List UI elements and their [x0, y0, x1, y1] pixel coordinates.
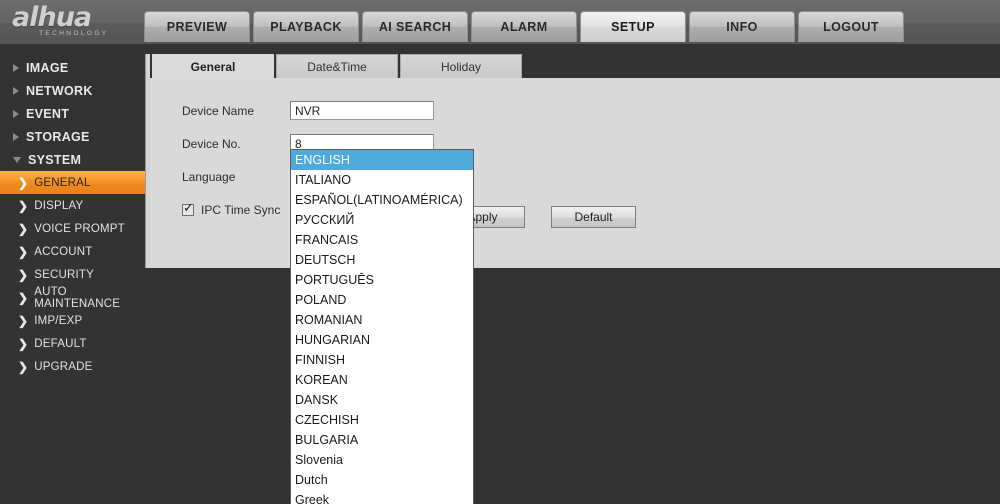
- language-option[interactable]: DEUTSCH: [291, 250, 473, 270]
- language-option[interactable]: BULGARIA: [291, 430, 473, 450]
- chevron-down-icon: [13, 156, 21, 163]
- chevron-right-icon: ❯: [18, 336, 29, 351]
- language-option[interactable]: KOREAN: [291, 370, 473, 390]
- language-option[interactable]: CZECHISH: [291, 410, 473, 430]
- sidebar-item-auto-maintenance[interactable]: ❯ AUTO MAINTENANCE: [0, 285, 146, 310]
- device-name-row: Device Name: [182, 98, 434, 123]
- sidebar-item-upgrade[interactable]: ❯ UPGRADE: [0, 355, 146, 378]
- brand-tagline: TECHNOLOGY: [39, 30, 109, 37]
- nav-tab-logout[interactable]: LOGOUT: [798, 11, 904, 42]
- tab-holiday[interactable]: Holiday: [400, 54, 522, 78]
- language-option[interactable]: Greek: [291, 490, 473, 504]
- device-name-input[interactable]: [290, 101, 434, 120]
- sidebar-item-label: SECURITY: [34, 268, 95, 281]
- language-option[interactable]: POLAND: [291, 290, 473, 310]
- sidebar-item-label: DISPLAY: [34, 199, 84, 212]
- sidebar-item-label: GENERAL: [34, 176, 91, 189]
- sidebar-item-label: STORAGE: [26, 129, 90, 144]
- ipc-time-sync-checkbox[interactable]: [182, 201, 194, 216]
- language-option[interactable]: ENGLISH: [291, 150, 473, 170]
- language-option[interactable]: HUNGARIAN: [291, 330, 473, 350]
- sidebar-item-event[interactable]: EVENT: [0, 102, 146, 125]
- sidebar-item-label: IMAGE: [26, 60, 69, 75]
- chevron-right-icon: ❯: [18, 267, 29, 282]
- sidebar-item-label: SYSTEM: [28, 152, 82, 167]
- sidebar-item-system[interactable]: SYSTEM: [0, 148, 146, 171]
- nvr-web-ui: alhua TECHNOLOGY PREVIEW PLAYBACK AI SEA…: [0, 0, 1000, 504]
- chevron-right-icon: [13, 109, 19, 118]
- language-option[interactable]: ROMANIAN: [291, 310, 473, 330]
- top-navigation: PREVIEW PLAYBACK AI SEARCH ALARM SETUP I…: [144, 11, 904, 42]
- sidebar-item-general[interactable]: ❯ GENERAL: [0, 171, 146, 194]
- nav-tab-setup[interactable]: SETUP: [580, 11, 686, 42]
- chevron-right-icon: ❯: [18, 221, 29, 236]
- tab-date-time[interactable]: Date&Time: [276, 54, 398, 78]
- sidebar-item-voice-prompt[interactable]: ❯ VOICE PROMPT: [0, 217, 146, 240]
- nav-tab-alarm[interactable]: ALARM: [471, 11, 577, 42]
- sidebar-item-storage[interactable]: STORAGE: [0, 125, 146, 148]
- sidebar-item-label: VOICE PROMPT: [34, 222, 125, 235]
- sidebar: IMAGE NETWORK EVENT STORAGE SYSTEM ❯ GEN…: [0, 44, 146, 504]
- language-option[interactable]: PORTUGUÊS: [291, 270, 473, 290]
- general-settings-panel: Device Name Device No. Language IPC Time…: [150, 78, 1000, 268]
- sidebar-item-label: ACCOUNT: [34, 245, 93, 258]
- sidebar-item-display[interactable]: ❯ DISPLAY: [0, 194, 146, 217]
- sidebar-item-label: EVENT: [26, 106, 70, 121]
- chevron-right-icon: [13, 132, 19, 141]
- sidebar-item-account[interactable]: ❯ ACCOUNT: [0, 240, 146, 263]
- nav-tab-ai-search[interactable]: AI SEARCH: [362, 11, 468, 42]
- sidebar-item-imp-exp[interactable]: ❯ IMP/EXP: [0, 309, 146, 332]
- language-option[interactable]: FINNISH: [291, 350, 473, 370]
- chevron-right-icon: ❯: [18, 313, 29, 328]
- top-bar: alhua TECHNOLOGY PREVIEW PLAYBACK AI SEA…: [0, 0, 1000, 44]
- content-tabs: General Date&Time Holiday: [152, 54, 522, 78]
- language-option[interactable]: ESPAÑOL(LATINOAMÉRICA): [291, 190, 473, 210]
- brand-name: alhua: [12, 2, 92, 33]
- language-option[interactable]: Slovenia: [291, 450, 473, 470]
- chevron-right-icon: [13, 63, 19, 72]
- chevron-right-icon: [13, 86, 19, 95]
- sidebar-item-security[interactable]: ❯ SECURITY: [0, 263, 146, 286]
- tab-general[interactable]: General: [152, 54, 274, 78]
- sidebar-item-label: NETWORK: [26, 83, 93, 98]
- device-no-label: Device No.: [182, 136, 241, 151]
- language-option[interactable]: FRANCAIS: [291, 230, 473, 250]
- chevron-right-icon: ❯: [18, 359, 29, 374]
- sidebar-item-default[interactable]: ❯ DEFAULT: [0, 332, 146, 355]
- device-name-label: Device Name: [182, 103, 255, 118]
- default-button[interactable]: Default: [551, 206, 636, 228]
- language-option[interactable]: DANSK: [291, 390, 473, 410]
- sidebar-item-network[interactable]: NETWORK: [0, 79, 146, 102]
- language-option[interactable]: Dutch: [291, 470, 473, 490]
- nav-tab-preview[interactable]: PREVIEW: [144, 11, 250, 42]
- ipc-time-sync-label: IPC Time Sync: [201, 202, 281, 217]
- chevron-right-icon: ❯: [18, 244, 29, 259]
- chevron-right-icon: ❯: [18, 290, 29, 305]
- sidebar-item-label: AUTO MAINTENANCE: [34, 285, 121, 310]
- language-label: Language: [182, 169, 236, 184]
- chevron-right-icon: ❯: [18, 175, 29, 190]
- language-option[interactable]: РУССКИЙ: [291, 210, 473, 230]
- sidebar-item-image[interactable]: IMAGE: [0, 56, 146, 79]
- chevron-right-icon: ❯: [18, 198, 29, 213]
- sidebar-item-label: UPGRADE: [34, 360, 93, 373]
- brand-logo: alhua TECHNOLOGY: [12, 3, 137, 41]
- nav-tab-info[interactable]: INFO: [689, 11, 795, 42]
- language-option[interactable]: ITALIANO: [291, 170, 473, 190]
- nav-tab-playback[interactable]: PLAYBACK: [253, 11, 359, 42]
- sidebar-item-label: DEFAULT: [34, 337, 87, 350]
- sidebar-item-label: IMP/EXP: [34, 314, 83, 327]
- language-dropdown-list[interactable]: ENGLISH ITALIANO ESPAÑOL(LATINOAMÉRICA) …: [290, 149, 474, 504]
